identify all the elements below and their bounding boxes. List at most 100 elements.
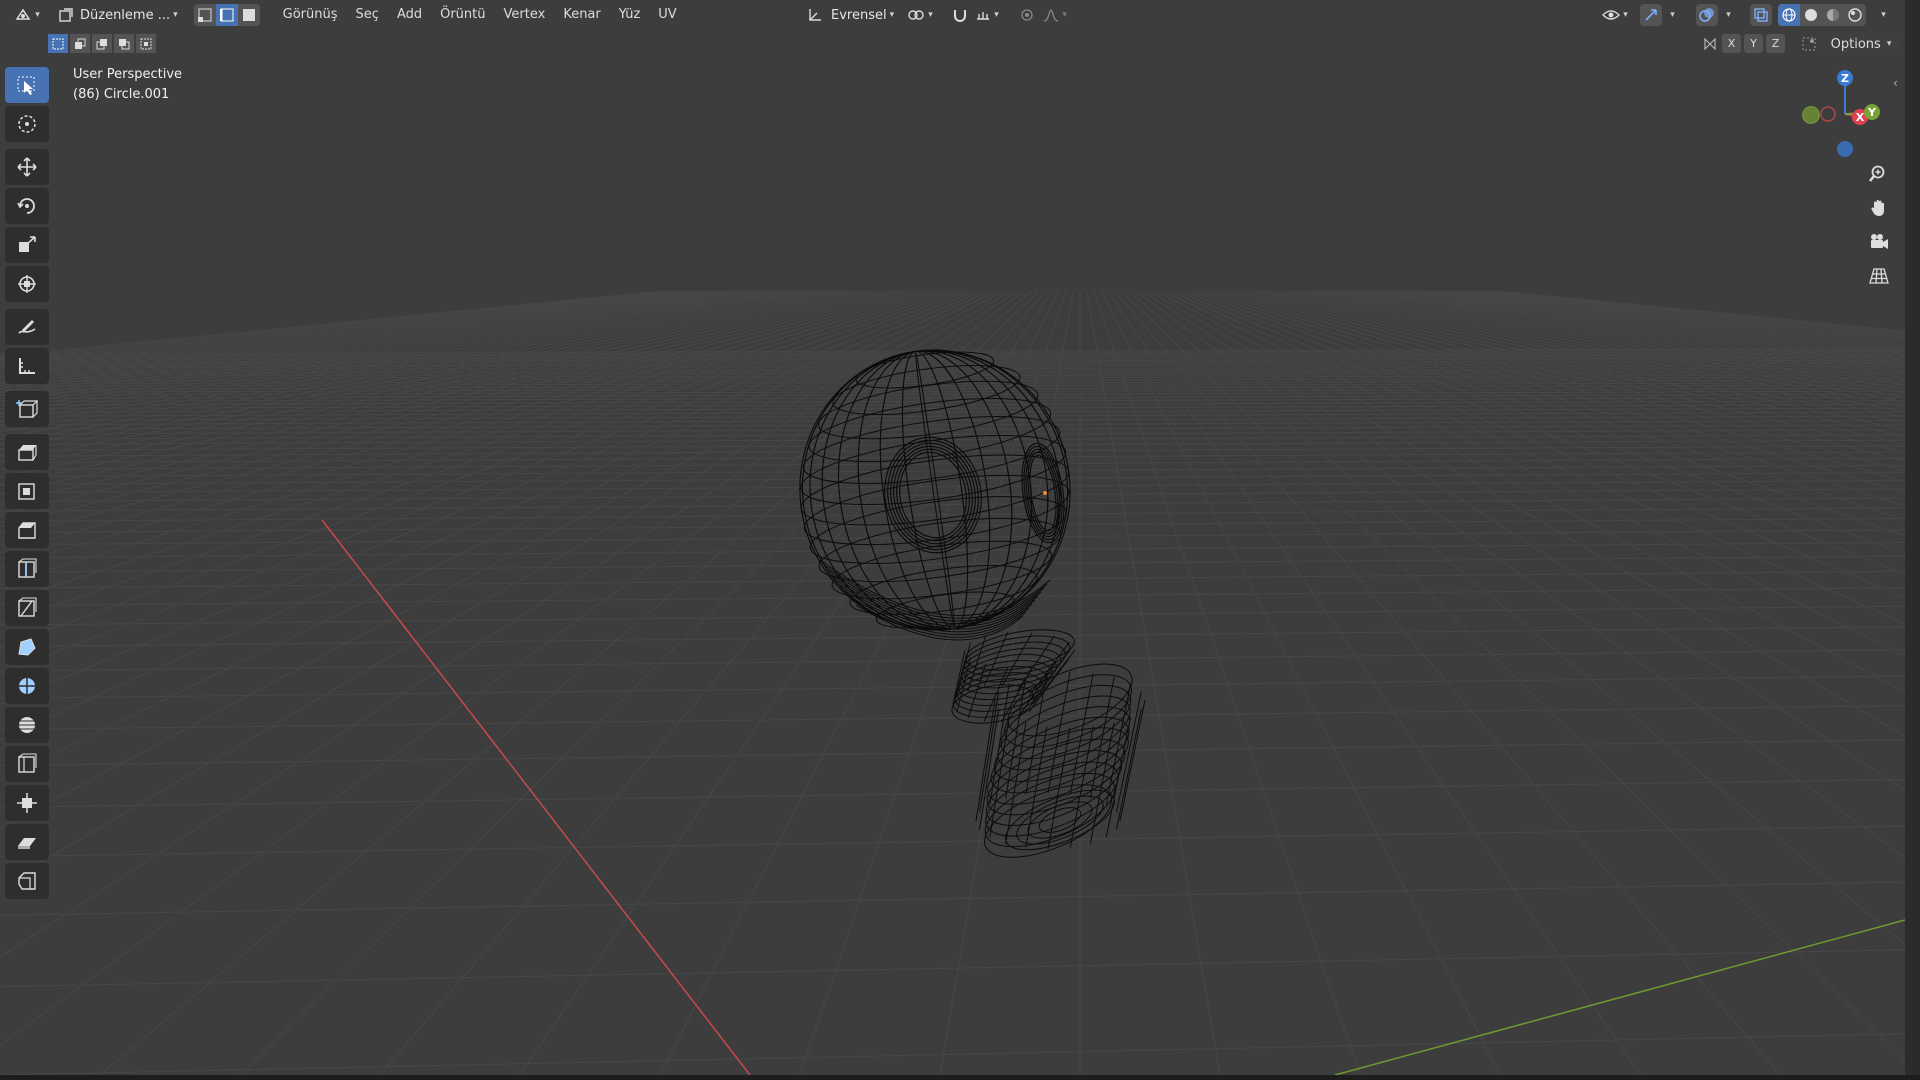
tool-add-cube[interactable] — [5, 391, 49, 427]
mode-dropdown[interactable]: Düzenleme ... ▾ — [54, 4, 182, 26]
3d-viewport-icon — [15, 8, 31, 20]
tool-measure[interactable] — [5, 348, 49, 384]
viewport-object-info: (86) Circle.001 — [73, 87, 170, 102]
mirror-toggle[interactable] — [1700, 34, 1719, 53]
mirror-x-button[interactable]: X — [1722, 34, 1741, 53]
tool-bevel[interactable] — [5, 512, 49, 548]
pivot-point-dropdown[interactable]: ▾ — [903, 4, 937, 26]
grid-perspective-icon — [1869, 268, 1889, 284]
tool-rip[interactable] — [5, 863, 49, 899]
sidebar-expand-arrow[interactable]: ‹ — [1893, 76, 1898, 90]
topology-mirror-toggle[interactable] — [1798, 34, 1820, 53]
menu-select[interactable]: Seç — [347, 4, 388, 26]
zoom-button[interactable] — [1865, 160, 1893, 188]
snap-target-dropdown[interactable]: ▾ — [972, 4, 1002, 26]
transform-icon — [18, 275, 36, 293]
material-shading-button[interactable] — [1822, 4, 1844, 26]
falloff-curve-icon — [1044, 9, 1059, 22]
face-select-icon — [242, 9, 255, 21]
tool-transform[interactable] — [5, 266, 49, 302]
perspective-toggle-button[interactable] — [1865, 262, 1893, 290]
spin-icon — [19, 678, 35, 694]
menu-vertex[interactable]: Vertex — [495, 4, 555, 26]
camera-view-button[interactable] — [1865, 228, 1893, 256]
3d-viewport[interactable] — [0, 0, 1905, 1075]
select-new-icon — [52, 38, 64, 49]
menu-mesh[interactable]: Örüntü — [431, 4, 494, 26]
mode-label: Düzenleme ... — [80, 7, 171, 23]
overlays-toggle[interactable] — [1696, 4, 1718, 26]
wireframe-shading-button[interactable] — [1778, 4, 1800, 26]
extrude-icon — [18, 445, 37, 461]
select-subtract-button[interactable] — [92, 34, 112, 53]
sidebar-edge[interactable] — [1905, 0, 1920, 1080]
menu-face[interactable]: Yüz — [610, 4, 650, 26]
tool-rotate[interactable] — [5, 188, 49, 224]
navigation-gizmo[interactable]: Z X Y — [1780, 64, 1890, 164]
tool-cursor[interactable] — [5, 106, 49, 142]
solid-sphere-icon — [1805, 9, 1817, 21]
select-invert-button[interactable] — [114, 34, 134, 53]
select-extend-button[interactable] — [70, 34, 90, 53]
xray-toggle[interactable] — [1750, 4, 1772, 26]
tool-scale[interactable] — [5, 227, 49, 263]
pan-button[interactable] — [1865, 194, 1893, 222]
tool-inset[interactable] — [5, 473, 49, 509]
gizmo-neg-x-dot — [1820, 106, 1836, 122]
editor-type-button[interactable]: ▾ — [10, 4, 44, 26]
vertex-select-button[interactable] — [193, 4, 216, 26]
poly-build-icon — [18, 638, 36, 656]
tool-move[interactable] — [5, 149, 49, 185]
proportional-edit-toggle[interactable] — [1016, 4, 1038, 26]
menu-view[interactable]: Görünüş — [274, 4, 347, 26]
tool-shear[interactable] — [5, 824, 49, 860]
mirror-z-button[interactable]: Z — [1766, 34, 1785, 53]
solid-shading-button[interactable] — [1800, 4, 1822, 26]
shading-dropdown[interactable]: ▾ — [1874, 4, 1890, 26]
tool-poly-build[interactable] — [5, 629, 49, 665]
snap-toggle[interactable] — [949, 4, 971, 26]
overlays-icon — [1699, 8, 1714, 22]
select-intersect-button[interactable] — [136, 34, 156, 53]
gas-mask-wireframe — [799, 349, 1146, 858]
viewport-canvas[interactable] — [0, 0, 1905, 1075]
edge-select-icon — [219, 8, 234, 22]
tool-smooth[interactable] — [5, 707, 49, 743]
tool-select-box[interactable] — [5, 67, 49, 103]
options-dropdown[interactable]: Options ▾ — [1823, 33, 1899, 55]
menu-edge[interactable]: Kenar — [554, 4, 609, 26]
menu-add[interactable]: Add — [388, 4, 431, 26]
tool-shrink-fatten[interactable] — [5, 785, 49, 821]
select-box-icon — [17, 76, 35, 95]
mirror-y-button[interactable]: Y — [1744, 34, 1763, 53]
tool-knife[interactable] — [5, 590, 49, 626]
tool-edge-slide[interactable] — [5, 746, 49, 782]
edge-select-button[interactable] — [215, 4, 238, 26]
gizmo-x-label: X — [1856, 111, 1865, 124]
tool-annotate[interactable] — [5, 309, 49, 345]
edit-mode-icon — [59, 8, 73, 22]
gizmo-toggle[interactable] — [1640, 4, 1662, 26]
proportional-falloff-dropdown[interactable]: ▾ — [1040, 4, 1070, 26]
face-select-button[interactable] — [237, 4, 260, 26]
tool-extrude[interactable] — [5, 434, 49, 470]
proportional-edit-icon — [1021, 9, 1033, 21]
gizmo-z-label: Z — [1841, 72, 1849, 85]
shading-mode-group — [1778, 4, 1866, 26]
eye-icon — [1602, 10, 1621, 20]
overlays-dropdown[interactable]: ▾ — [1719, 4, 1735, 26]
select-new-button[interactable] — [48, 34, 68, 53]
tool-loop-cut[interactable] — [5, 551, 49, 587]
zoom-icon — [1869, 165, 1885, 182]
measure-icon — [19, 358, 35, 374]
move-icon — [17, 157, 37, 177]
menu-uv[interactable]: UV — [649, 4, 685, 26]
cursor-icon — [18, 115, 36, 133]
visibility-dropdown[interactable]: ▾ — [1598, 4, 1632, 26]
tool-spin[interactable] — [5, 668, 49, 704]
rendered-shading-button[interactable] — [1844, 4, 1866, 26]
gizmo-dropdown[interactable]: ▾ — [1663, 4, 1679, 26]
transform-orientation-dropdown[interactable]: Evrensel ▾ — [803, 4, 898, 26]
inset-icon — [18, 483, 35, 500]
status-bar-edge — [0, 1075, 1920, 1080]
